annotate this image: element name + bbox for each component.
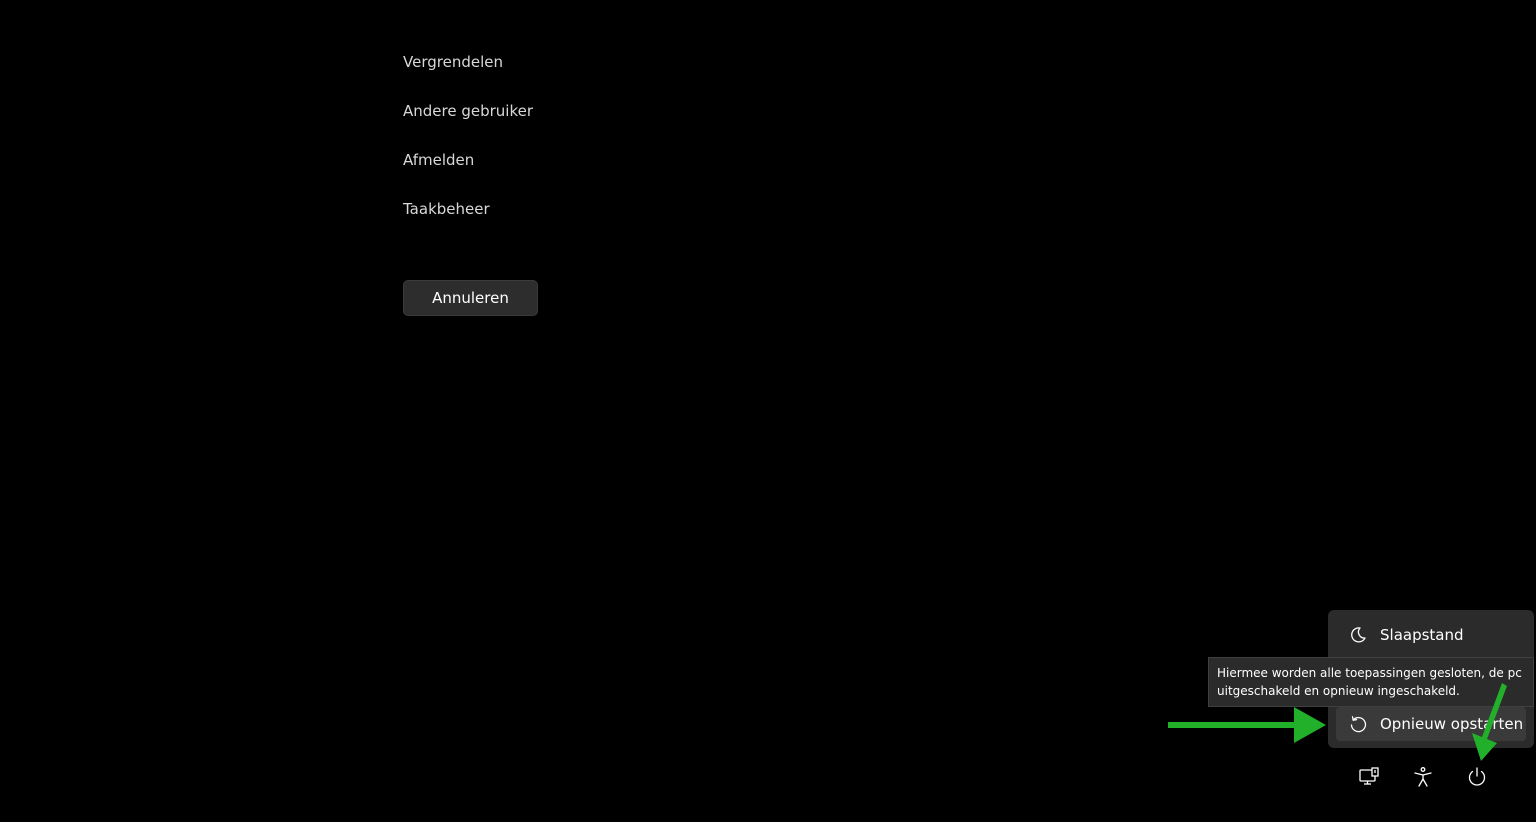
restart-icon	[1348, 714, 1368, 734]
bottom-icon-bar	[1356, 764, 1518, 790]
sleep-menu-item[interactable]: Slaapstand	[1336, 618, 1526, 652]
moon-icon	[1348, 625, 1368, 645]
sleep-label: Slaapstand	[1380, 626, 1464, 644]
lock-option[interactable]: Vergrendelen	[403, 50, 533, 75]
network-icon[interactable]	[1356, 764, 1382, 790]
power-icon[interactable]	[1464, 764, 1490, 790]
tooltip-line-1: Hiermee worden alle toepassingen geslote…	[1217, 666, 1522, 680]
ctrl-alt-del-screen: Vergrendelen Andere gebruiker Afmelden T…	[0, 0, 1536, 822]
annotation-arrow-diagonal	[1472, 683, 1507, 761]
annotation-arrow-horizontal	[1168, 707, 1326, 743]
sign-out-option[interactable]: Afmelden	[403, 148, 533, 173]
security-options-list: Vergrendelen Andere gebruiker Afmelden T…	[403, 50, 533, 246]
task-manager-option[interactable]: Taakbeheer	[403, 197, 533, 222]
accessibility-icon[interactable]	[1410, 764, 1436, 790]
cancel-button[interactable]: Annuleren	[403, 280, 538, 316]
switch-user-option[interactable]: Andere gebruiker	[403, 99, 533, 124]
